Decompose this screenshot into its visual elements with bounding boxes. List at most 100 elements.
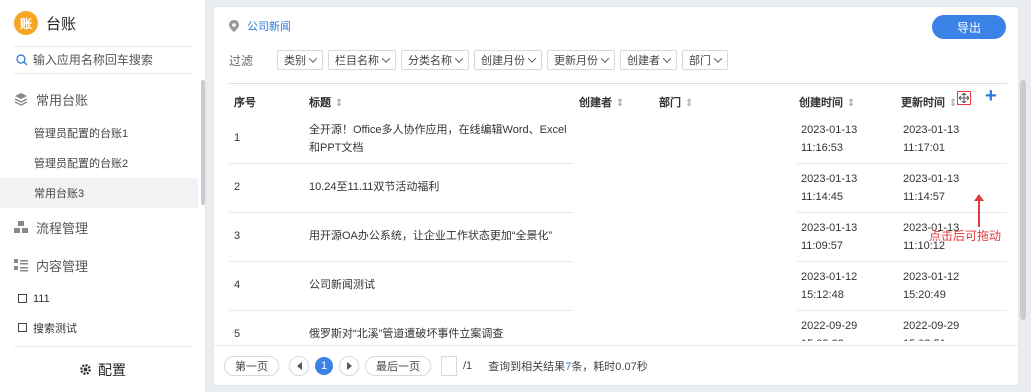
- cell-no: 1: [234, 132, 241, 144]
- sidebar-item-label: 搜索测试: [33, 322, 77, 335]
- col-header-title[interactable]: 标题 ⇕: [309, 94, 343, 110]
- filter-chip-label: 更新月份: [554, 55, 599, 67]
- cell-title[interactable]: 用开源OA办公系统，让企业工作状态更加“全景化”: [309, 227, 589, 245]
- table-row[interactable]: 4 公司新闻测试 2023-01-12 15:12:48 2023-01-12 …: [229, 262, 1007, 311]
- filter-creator[interactable]: 创建者: [620, 50, 678, 70]
- cell-title[interactable]: 俄罗斯对“北溪”管道遭破坏事件立案调查: [309, 325, 574, 341]
- config-label: 配置: [98, 361, 126, 378]
- col-header-label: 创建者: [579, 97, 612, 109]
- cell-title[interactable]: 全开源！Office多人协作应用，在线编辑Word、Excel和PPT文档: [309, 121, 574, 157]
- col-header-label: 创建时间: [799, 97, 843, 109]
- config-button[interactable]: 配置: [14, 346, 191, 392]
- nav-group-label: 流程管理: [36, 220, 89, 236]
- filter-updated-month[interactable]: 更新月份: [547, 50, 616, 70]
- sidebar-nav: 常用台账 管理员配置的台账1 管理员配置的台账2 常用台账3 流程管理 内容管理…: [0, 80, 198, 342]
- filter-chip-label: 创建月份: [481, 55, 526, 67]
- sort-icon[interactable]: ⇕: [335, 98, 343, 109]
- sidebar-item-ledger3[interactable]: 常用台账3: [0, 178, 198, 208]
- table-row[interactable]: 3 用开源OA办公系统，让企业工作状态更加“全景化” 2023-01-13 11…: [229, 213, 1007, 262]
- filter-chip-label: 部门: [689, 55, 712, 67]
- next-page-button[interactable]: [339, 355, 359, 376]
- filter-label: 过滤: [229, 53, 254, 68]
- page-jump-input[interactable]: [441, 355, 457, 376]
- search-icon: [16, 54, 28, 66]
- app-logo-icon: 账: [14, 11, 38, 35]
- sort-icon[interactable]: ⇕: [685, 98, 693, 109]
- sidebar-item-label: 管理员配置的台账1: [34, 128, 129, 140]
- drag-handle-icon[interactable]: [957, 91, 971, 105]
- filter-chip-label: 栏目名称: [335, 55, 380, 67]
- location-pin-icon: [229, 20, 239, 32]
- gear-icon: [80, 364, 91, 375]
- filter-chip-label: 创建者: [627, 55, 661, 67]
- filter-column-name[interactable]: 栏目名称: [328, 50, 397, 70]
- filter-category[interactable]: 类别: [277, 50, 324, 70]
- cell-updated: 2023-01-13 11:17:01: [903, 124, 960, 154]
- app-title: 台账: [46, 15, 77, 33]
- result-summary: 查询到相关结果7条，耗时0.07秒: [488, 358, 648, 374]
- square-icon: [18, 294, 27, 303]
- chevron-down-icon: [527, 54, 537, 63]
- list-icon: [14, 259, 28, 272]
- last-page-button[interactable]: 最后一页: [365, 355, 431, 376]
- sidebar: 账 台账 常用台账 管理员配置的台账1 管理员配置的台账2 常用台账3 流程管理…: [0, 0, 206, 392]
- filter-created-month[interactable]: 创建月份: [474, 50, 543, 70]
- chevron-down-icon: [308, 54, 318, 63]
- app-search: [14, 46, 191, 74]
- chevron-down-icon: [454, 54, 464, 63]
- sort-icon[interactable]: ⇕: [616, 98, 624, 109]
- sidebar-item-label: 管理员配置的台账2: [34, 158, 129, 170]
- prev-page-button[interactable]: [289, 355, 309, 376]
- export-button[interactable]: 导出: [932, 15, 1006, 39]
- col-header-updated[interactable]: 更新时间 ⇕: [901, 94, 957, 110]
- main-scrollbar[interactable]: [1020, 80, 1026, 320]
- cell-title[interactable]: 公司新闻测试: [309, 276, 574, 294]
- first-page-button[interactable]: 第一页: [224, 355, 279, 376]
- nav-group-content[interactable]: 内容管理: [0, 246, 198, 284]
- col-header-label: 部门: [659, 97, 681, 109]
- sidebar-scrollbar[interactable]: [201, 80, 205, 205]
- annotation-arrow: [974, 194, 984, 227]
- nav-group-label: 常用台账: [36, 92, 89, 108]
- col-header-created[interactable]: 创建时间 ⇕: [799, 94, 855, 110]
- table-row[interactable]: 5 俄罗斯对“北溪”管道遭破坏事件立案调查 2022-09-29 15:03:3…: [229, 311, 1007, 341]
- chevron-down-icon: [600, 54, 610, 63]
- col-header-no[interactable]: 序号: [234, 94, 256, 110]
- col-header-department[interactable]: 部门 ⇕: [659, 94, 693, 110]
- search-input[interactable]: [32, 53, 191, 67]
- table-row[interactable]: 1 全开源！Office多人协作应用，在线编辑Word、Excel和PPT文档 …: [229, 115, 1007, 164]
- sidebar-item-ledger1[interactable]: 管理员配置的台账1: [0, 118, 198, 148]
- cell-no: 3: [234, 230, 241, 242]
- filter-chip-label: 类别: [284, 55, 307, 67]
- col-header-label: 更新时间: [901, 97, 945, 109]
- filter-department[interactable]: 部门: [682, 50, 729, 70]
- nav-group-common[interactable]: 常用台账: [0, 80, 198, 118]
- add-column-icon[interactable]: +: [985, 86, 997, 106]
- current-page[interactable]: 1: [315, 356, 333, 375]
- caret-right-icon: [346, 361, 352, 370]
- cell-no: 5: [234, 328, 241, 340]
- layers-icon: [14, 93, 28, 106]
- sidebar-item-111[interactable]: 111: [0, 284, 198, 313]
- nav-group-flow[interactable]: 流程管理: [0, 208, 198, 246]
- cell-no: 4: [234, 279, 241, 291]
- cell-created: 2023-01-12 15:12:48: [801, 271, 858, 301]
- sort-icon[interactable]: ⇕: [847, 98, 855, 109]
- breadcrumb[interactable]: 公司新闻: [247, 18, 291, 34]
- caret-left-icon: [296, 361, 302, 370]
- sidebar-item-label: 常用台账3: [34, 188, 85, 200]
- filter-chip-label: 分类名称: [408, 55, 453, 67]
- table-header: 序号 标题 ⇕ 创建者 ⇕ 部门 ⇕ 创建时间 ⇕ 更新时间 ⇕ +: [229, 83, 1007, 115]
- square-icon: [18, 323, 27, 332]
- nav-group-label: 内容管理: [36, 258, 89, 274]
- col-header-creator[interactable]: 创建者 ⇕: [579, 94, 624, 110]
- sidebar-item-ledger2[interactable]: 管理员配置的台账2: [0, 148, 198, 178]
- sidebar-item-search-test[interactable]: 搜索测试: [0, 313, 198, 342]
- result-prefix: 查询到相关结果: [488, 360, 566, 373]
- cell-title[interactable]: 10.24至11.11双节活动福利: [309, 178, 574, 196]
- cell-updated: 2023-01-12 15:20:49: [903, 271, 960, 301]
- filter-class-name[interactable]: 分类名称: [401, 50, 470, 70]
- table-row[interactable]: 2 10.24至11.11双节活动福利 2023-01-13 11:14:45 …: [229, 164, 1007, 213]
- cell-no: 2: [234, 181, 241, 193]
- cell-created: 2022-09-29 15:03:33: [801, 320, 858, 341]
